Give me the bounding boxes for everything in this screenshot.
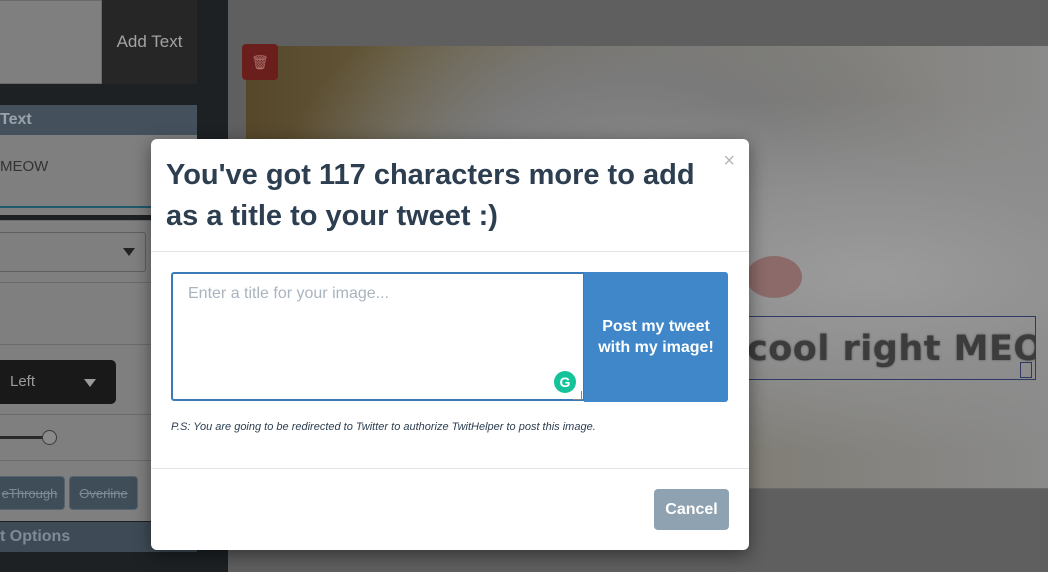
resize-grip-icon[interactable] [573, 391, 582, 400]
overline-button[interactable]: Overline [69, 476, 138, 510]
photo-caption[interactable]: cool right MEOW [746, 316, 1036, 380]
align-label: Left [10, 373, 36, 390]
grammarly-icon[interactable]: G [554, 371, 576, 393]
delete-button[interactable]: 🗑 [242, 44, 278, 80]
chevron-down-icon [84, 379, 96, 387]
line-through-button[interactable]: eThrough [0, 476, 65, 510]
close-icon[interactable]: × [723, 151, 735, 171]
redirect-note: P.S: You are going to be redirected to T… [171, 421, 596, 433]
modal-header: You've got 117 characters more to add as… [151, 139, 749, 252]
trash-icon: 🗑 [251, 53, 269, 70]
post-tweet-button[interactable]: Post my tweet with my image! [584, 272, 728, 402]
size-slider-track[interactable] [0, 436, 46, 439]
add-text-button[interactable]: Add Text [102, 0, 197, 84]
align-dropdown[interactable]: Left [0, 360, 116, 404]
font-select[interactable] [0, 232, 146, 272]
text-section-header: Text [0, 105, 197, 135]
tweet-title-modal: You've got 117 characters more to add as… [151, 139, 749, 550]
chevron-down-icon [123, 248, 135, 256]
modal-title: You've got 117 characters more to add as… [166, 159, 695, 232]
cat-nose [746, 256, 802, 298]
modal-footer: Cancel [151, 469, 749, 550]
cancel-button[interactable]: Cancel [654, 489, 729, 530]
canvas-top-area [228, 0, 1048, 46]
modal-body: G Post my tweet with my image! P.S: You … [151, 252, 749, 469]
title-input[interactable] [171, 272, 585, 401]
caption-resize-handle[interactable] [1020, 362, 1032, 378]
sidebar-text-area[interactable] [0, 0, 102, 84]
size-slider-handle[interactable] [42, 430, 57, 445]
